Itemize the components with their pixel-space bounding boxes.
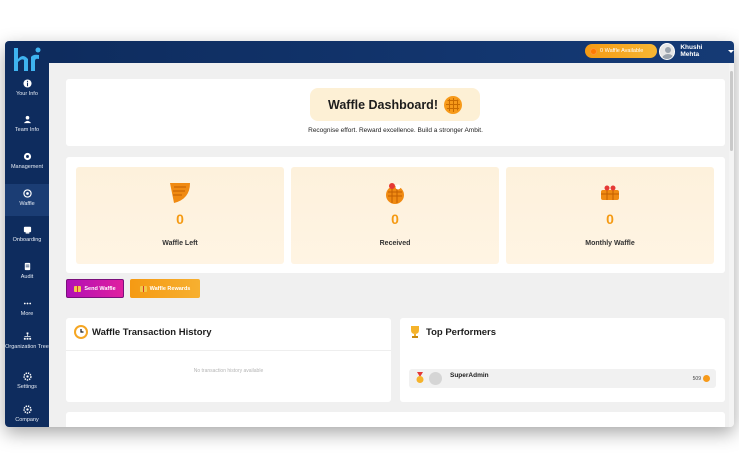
waffle-rewards-button[interactable]: Waffle Rewards [130, 279, 200, 298]
sidebar-item-organization-tree[interactable]: Organization Tree [5, 332, 49, 350]
gift-icon [139, 285, 147, 292]
main-content: Waffle Dashboard! Recognise effort. Rewa… [49, 63, 734, 427]
waffle-treat-icon [386, 183, 404, 204]
hr-logo [14, 47, 41, 71]
sidebar: Your Info Team Info Management Waffle On… [5, 41, 49, 427]
user-name: Khushi Mehta [680, 44, 703, 58]
panel-title: Top Performers [426, 327, 497, 338]
sidebar-item-label: Company [15, 417, 39, 423]
waffle-icon [703, 375, 710, 382]
stat-value: 0 [176, 211, 184, 227]
scrollbar-thumb[interactable] [730, 71, 733, 151]
waffle-available-label: 0 Waffle Available [600, 48, 644, 54]
stat-label: Waffle Left [162, 240, 198, 247]
avatar [429, 372, 442, 385]
performer-row[interactable]: SuperAdmin 509 [409, 369, 716, 388]
scrollbar[interactable] [729, 63, 734, 427]
page-title: Waffle Dashboard! [328, 97, 438, 112]
sidebar-item-settings[interactable]: Settings [5, 372, 49, 390]
empty-state-text: No transaction history available [193, 368, 264, 374]
waffle-slice-icon [170, 183, 190, 203]
page-title-badge: Waffle Dashboard! [310, 88, 480, 121]
gift-icon [74, 285, 82, 292]
top-bar: 0 Waffle Available Khushi Mehta [49, 41, 734, 63]
stat-value: 0 [391, 211, 399, 227]
sidebar-item-label: Team Info [14, 127, 40, 133]
company-icon [22, 405, 32, 414]
waffle-coin-icon [590, 47, 597, 55]
sidebar-item-more[interactable]: More [5, 299, 49, 317]
waffle-icon [443, 95, 462, 114]
performer-name: SuperAdmin [450, 372, 489, 379]
team-icon [23, 115, 31, 124]
user-menu[interactable]: Khushi Mehta [659, 42, 734, 60]
sidebar-item-label: Audit [20, 274, 34, 280]
sidebar-item-label: Settings [17, 384, 37, 390]
sidebar-item-audit[interactable]: Audit [5, 262, 49, 280]
sidebar-item-label: Onboarding [12, 237, 42, 243]
more-icon [23, 302, 31, 305]
sidebar-item-team-info[interactable]: Team Info [5, 115, 49, 133]
gear-icon [22, 372, 32, 381]
transaction-history-panel: Waffle Transaction History No transactio… [66, 318, 391, 402]
waffle-icon [22, 189, 32, 198]
stat-received: 0 Received [291, 167, 499, 264]
performer-score-value: 509 [692, 375, 701, 382]
hero-card: Waffle Dashboard! Recognise effort. Rewa… [66, 79, 725, 146]
divider [66, 350, 391, 351]
sidebar-item-label: Your Info [16, 91, 38, 97]
info-icon [22, 79, 32, 88]
sidebar-item-label: Management [10, 164, 44, 170]
sidebar-item-management[interactable]: Management [5, 152, 49, 170]
sidebar-item-company[interactable]: Company [5, 405, 49, 423]
waffle-stack-icon [601, 185, 619, 200]
chevron-down-icon [728, 49, 734, 53]
avatar [659, 42, 676, 60]
onboarding-icon [23, 226, 31, 234]
waffle-rewards-label: Waffle Rewards [149, 285, 191, 292]
stat-monthly-waffle: 0 Monthly Waffle [506, 167, 714, 264]
waffle-available-pill[interactable]: 0 Waffle Available [585, 44, 657, 58]
panel-title: Waffle Transaction History [92, 327, 212, 338]
sidebar-item-label: More [20, 311, 34, 317]
trophy-icon [411, 326, 419, 338]
top-performers-panel: Top Performers SuperAdmin 509 [400, 318, 725, 402]
stat-label: Monthly Waffle [585, 240, 635, 247]
medal-icon [416, 372, 424, 383]
page-subtitle: Recognise effort. Reward excellence. Bui… [308, 127, 483, 134]
sidebar-item-your-info[interactable]: Your Info [5, 79, 49, 97]
stat-waffle-left: 0 Waffle Left [76, 167, 284, 264]
additional-panel [66, 412, 725, 427]
app-window: Your Info Team Info Management Waffle On… [5, 41, 734, 427]
sidebar-item-waffle[interactable]: Waffle [5, 184, 49, 216]
management-icon [23, 152, 31, 161]
sidebar-item-label: Waffle [19, 201, 35, 207]
sidebar-item-onboarding[interactable]: Onboarding [5, 225, 49, 243]
history-clock-icon [74, 325, 88, 339]
performer-score: 509 [693, 375, 710, 382]
org-tree-icon [23, 332, 31, 340]
stats-card: 0 Waffle Left 0 Received 0 Monthly Waffl… [66, 157, 725, 273]
sidebar-item-label: Organization Tree [5, 344, 49, 350]
stat-value: 0 [606, 211, 614, 227]
audit-icon [24, 262, 30, 271]
send-waffle-label: Send Waffle [84, 285, 116, 292]
stat-label: Received [379, 240, 411, 247]
send-waffle-button[interactable]: Send Waffle [66, 279, 124, 298]
